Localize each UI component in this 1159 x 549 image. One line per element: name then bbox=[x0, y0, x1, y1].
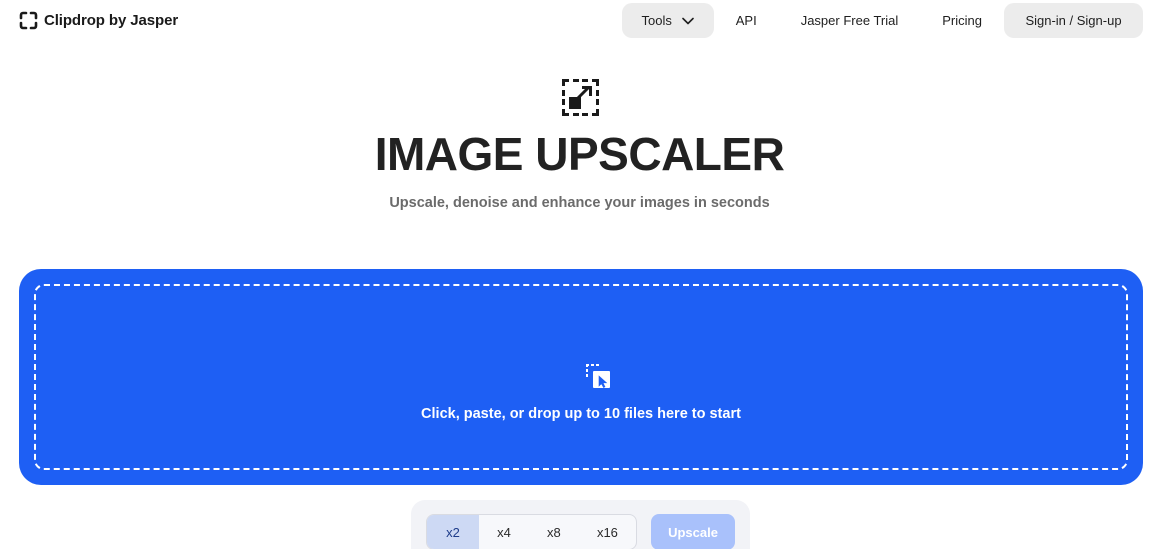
signin-button[interactable]: Sign-in / Sign-up bbox=[1004, 3, 1143, 38]
scale-option-x2[interactable]: x2 bbox=[427, 515, 479, 549]
page: Clipdrop by Jasper Tools API Jasper Free… bbox=[0, 0, 1159, 549]
dropzone-instructions: Click, paste, or drop up to 10 files her… bbox=[421, 406, 741, 422]
scale-selector: x2 x4 x8 x16 bbox=[426, 514, 637, 549]
logo-text: Clipdrop by Jasper bbox=[44, 11, 179, 29]
drop-cursor-icon bbox=[586, 364, 610, 388]
logo-link[interactable]: Clipdrop by Jasper bbox=[19, 10, 178, 30]
page-title: IMAGE UPSCALER bbox=[374, 128, 785, 180]
jasper-free-trial-link[interactable]: Jasper Free Trial bbox=[779, 3, 921, 38]
upscale-button[interactable]: Upscale bbox=[651, 514, 735, 549]
scale-option-x4[interactable]: x4 bbox=[479, 515, 529, 549]
clipdrop-logo-icon bbox=[19, 11, 38, 29]
upscale-controls: x2 x4 x8 x16 Upscale bbox=[411, 500, 750, 549]
chevron-down-icon bbox=[682, 17, 694, 24]
top-nav: Tools API Jasper Free Trial Pricing Sign… bbox=[621, 3, 1143, 38]
tools-menu-button[interactable]: Tools bbox=[621, 3, 714, 38]
scale-option-x8[interactable]: x8 bbox=[529, 515, 579, 549]
tools-label: Tools bbox=[641, 13, 672, 28]
api-link[interactable]: API bbox=[714, 3, 779, 38]
dropzone-dashed-border: Click, paste, or drop up to 10 files her… bbox=[34, 284, 1128, 470]
page-subtitle: Upscale, denoise and enhance your images… bbox=[389, 195, 770, 211]
pricing-link[interactable]: Pricing bbox=[920, 3, 1004, 38]
file-dropzone[interactable]: Click, paste, or drop up to 10 files her… bbox=[19, 269, 1143, 485]
expand-arrow-icon bbox=[562, 79, 599, 116]
scale-option-x16[interactable]: x16 bbox=[579, 515, 636, 549]
